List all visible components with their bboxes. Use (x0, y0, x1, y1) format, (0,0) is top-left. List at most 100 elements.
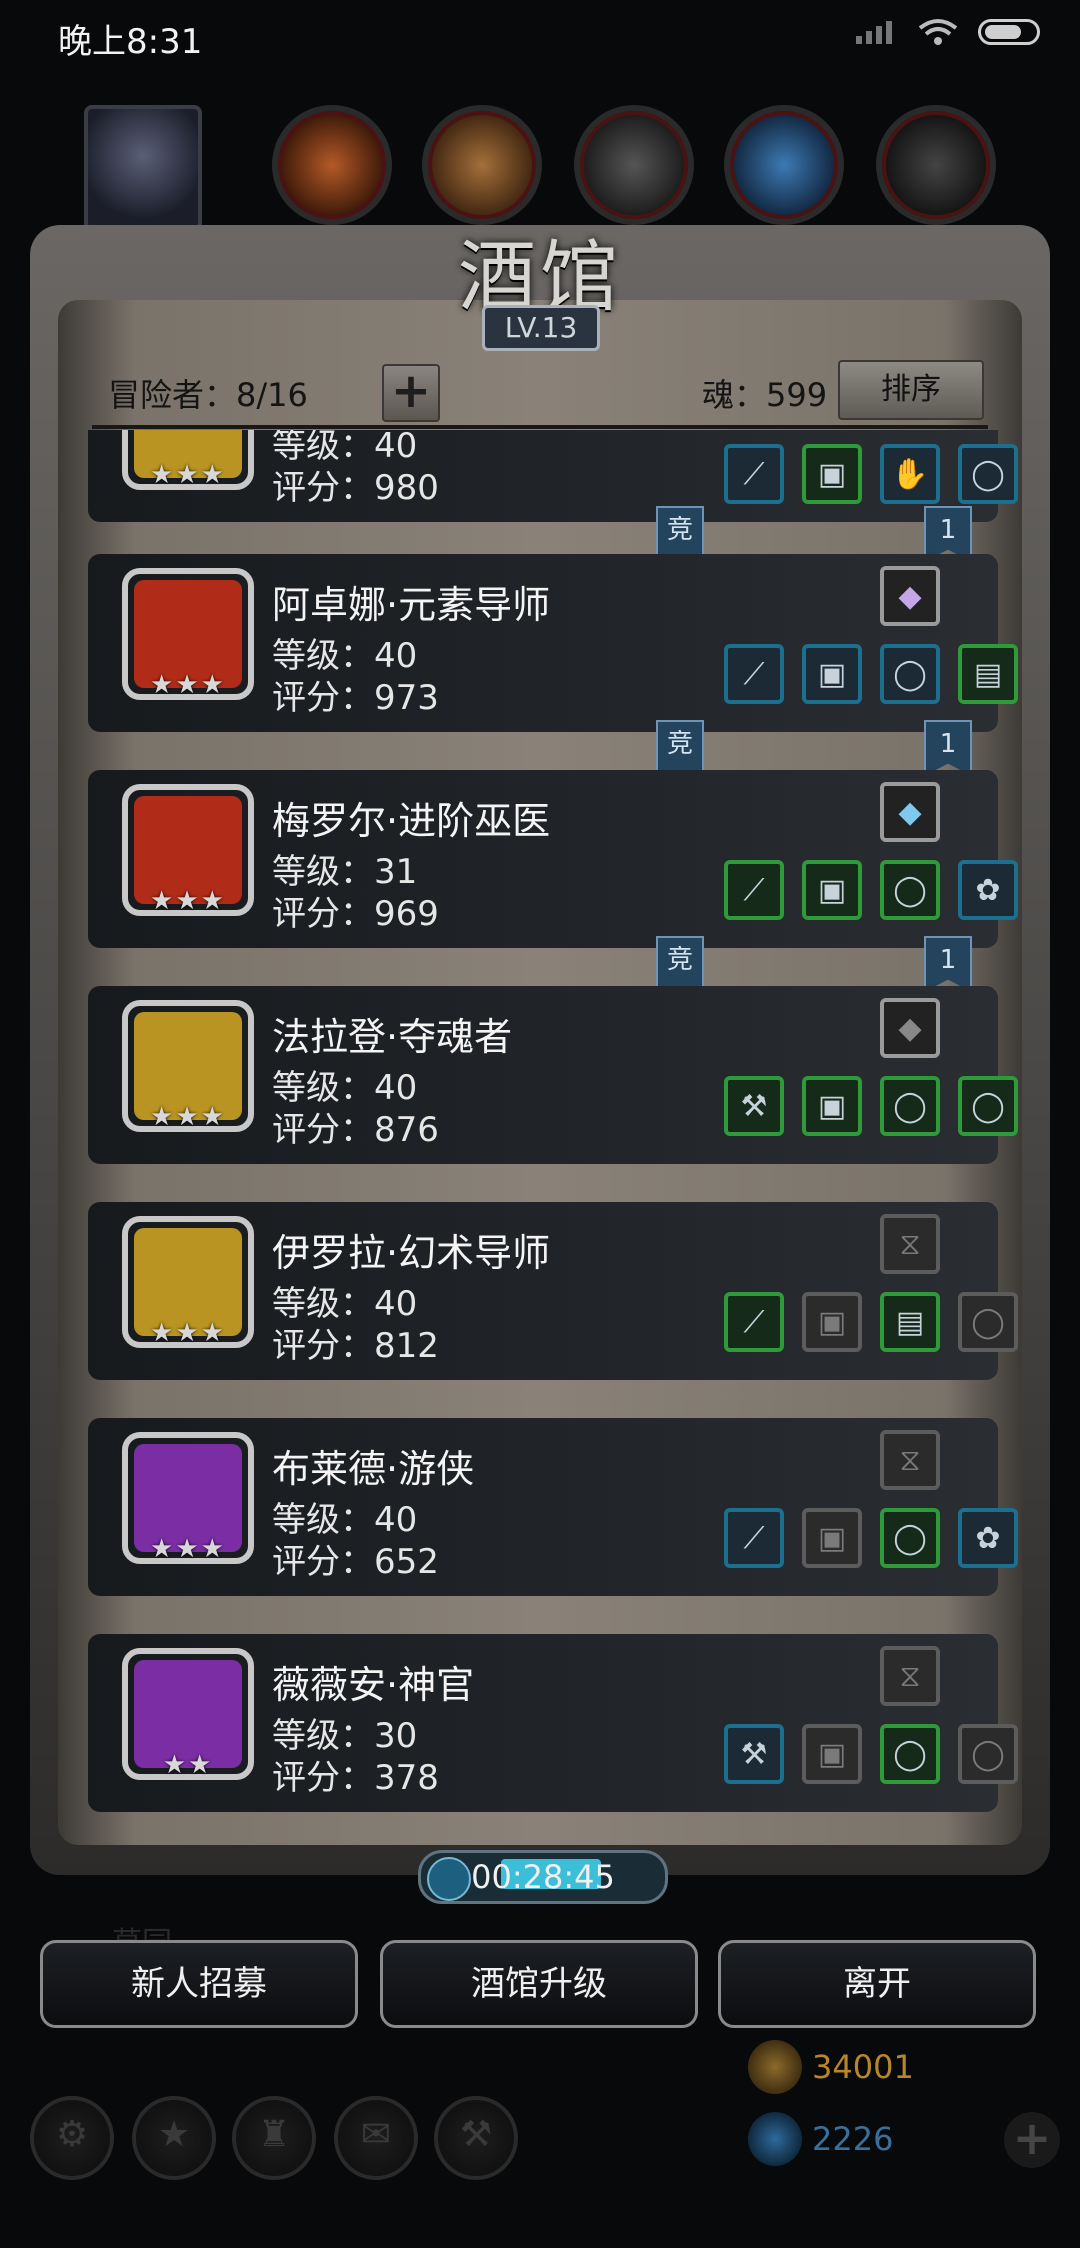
achievement-icon[interactable]: ★ (132, 2096, 216, 2180)
empty-gem-slot-icon[interactable]: ⧖ (880, 1646, 940, 1706)
hero-stars: ★★ (162, 1750, 214, 1780)
axe-slot-icon[interactable]: ⚒ (724, 1076, 784, 1136)
hero-avatar: ★★★ (122, 784, 254, 916)
recruit-button[interactable]: 新人招募 (40, 1940, 358, 2028)
weapon-slot-icon[interactable]: ⟋ (724, 444, 784, 504)
gold-amount: 34001 (812, 2048, 914, 2086)
staff-slot-icon[interactable]: ⟋ (724, 860, 784, 920)
gem-currency: 2226 (748, 2112, 1048, 2168)
ring-slot-icon[interactable]: ◯ (958, 1076, 1018, 1136)
hero-list[interactable]: ★★★ 等级：40 评分：980 ⟋ ▣ ✋ ◯ 竞 1 ★★★ 阿卓娜·元素导… (58, 430, 1022, 1825)
empty-ring-slot-icon[interactable]: ◯ (958, 1292, 1018, 1352)
hero-name: 布莱德·游侠 (272, 1447, 475, 1491)
armor-slot-icon[interactable]: ▣ (802, 860, 862, 920)
hero-avatar: ★★★ (122, 430, 254, 490)
chest-slot-icon[interactable]: ▤ (958, 644, 1018, 704)
armor-slot-icon[interactable]: ▣ (802, 644, 862, 704)
empty-gem-slot-icon[interactable]: ⧖ (880, 1430, 940, 1490)
hero-card[interactable]: ★★★ 伊罗拉·幻术导师 等级：40 评分：812 ⧖ ⟋ ▣ ▤ ◯ (88, 1202, 1018, 1380)
hero-score: 评分：652 (272, 1542, 439, 1582)
tavern-level-badge: LV.13 (482, 305, 600, 351)
ring-slot-icon[interactable]: ◯ (880, 1508, 940, 1568)
leave-button[interactable]: 离开 (718, 1940, 1036, 2028)
refresh-timer: 00:28:45 (418, 1850, 668, 1904)
settings-icon[interactable]: ⚙ (30, 2096, 114, 2180)
hero-avatar: ★★★ (122, 1216, 254, 1348)
hero-card[interactable]: ★★★ 阿卓娜·元素导师 等级：40 评分：973 ◆ ⟋ ▣ ◯ ▤ (88, 554, 1018, 732)
hero-stars: ★★★ (150, 1534, 226, 1564)
soul-count: 魂：599 (702, 376, 828, 414)
hero-card[interactable]: ★★★ 梅罗尔·进阶巫医 等级：31 评分：969 ◆ ⟋ ▣ ◯ ✿ (88, 770, 1018, 948)
player-portrait[interactable] (84, 105, 202, 231)
timer-text: 00:28:45 (471, 1858, 615, 1896)
ring-slot-icon[interactable]: ◯ (880, 1724, 940, 1784)
empty-armor-slot-icon[interactable]: ▣ (802, 1508, 862, 1568)
gold-coin-icon (748, 2040, 802, 2094)
hero-avatar: ★★ (122, 1648, 254, 1780)
hero-card[interactable]: ★★★ 法拉登·夺魂者 等级：40 评分：876 ◆ ⚒ ▣ ◯ ◯ (88, 986, 1018, 1164)
empty-armor-slot-icon[interactable]: ▣ (802, 1292, 862, 1352)
arena-tag: 竞 (656, 936, 704, 992)
forge-icon[interactable]: ⚒ (434, 2096, 518, 2180)
hero-card[interactable]: ★★★ 布莱德·游侠 等级：40 评分：652 ⧖ ⟋ ▣ ◯ ✿ (88, 1418, 1018, 1596)
gold-currency: 34001 (748, 2040, 1048, 2096)
necklace-slot-icon[interactable]: ✿ (958, 860, 1018, 920)
empty-gem-slot-icon[interactable]: ⧖ (880, 1214, 940, 1274)
hero-stars: ★★★ (150, 1102, 226, 1132)
hero-score: 评分：812 (272, 1326, 439, 1366)
rank-flag: 1 (924, 936, 972, 992)
gauntlet-slot-icon[interactable]: ✋ (880, 444, 940, 504)
hero-name: 薇薇安·神官 (272, 1663, 475, 1707)
add-currency-icon[interactable]: + (1004, 2112, 1060, 2168)
hero-stars: ★★★ (150, 670, 226, 700)
gem-icon (748, 2112, 802, 2166)
empty-ring-slot-icon[interactable]: ◯ (958, 1724, 1018, 1784)
hero-score: 评分：378 (272, 1758, 439, 1798)
status-time: 晚上8:31 (58, 22, 203, 62)
signal-icon (856, 21, 892, 44)
hero-score: 评分：876 (272, 1110, 439, 1150)
tavern-title-plaque: 酒馆 LV.13 (410, 205, 670, 355)
hero-score: 评分：980 (272, 468, 439, 508)
armor-slot-icon[interactable]: ▣ (802, 444, 862, 504)
soul-gem-slot-icon[interactable]: ◆ (880, 566, 940, 626)
ring-slot-icon[interactable]: ◯ (880, 1076, 940, 1136)
hero-card[interactable]: ★★★ 等级：40 评分：980 ⟋ ▣ ✋ ◯ (88, 430, 1018, 522)
hero-avatar: ★★★ (122, 1000, 254, 1132)
guild-icon[interactable]: ♜ (232, 2096, 316, 2180)
mail-icon[interactable]: ✉ (334, 2096, 418, 2180)
sort-button[interactable]: 排序 (838, 360, 984, 420)
gem-amount: 2226 (812, 2120, 894, 2158)
crystal-resource-icon[interactable] (724, 105, 844, 225)
hero-name: 法拉登·夺魂者 (272, 1015, 513, 1059)
hero-card[interactable]: ★★ 薇薇安·神官 等级：30 评分：378 ⧖ ⚒ ▣ ◯ ◯ (88, 1634, 1018, 1812)
crossbow-slot-icon[interactable]: ⟋ (724, 1508, 784, 1568)
soul-gem-slot-icon[interactable]: ◆ (880, 998, 940, 1058)
armor-slot-icon[interactable]: ▣ (802, 1076, 862, 1136)
hammer-slot-icon[interactable]: ⚒ (724, 1724, 784, 1784)
battery-icon (978, 19, 1040, 45)
empty-armor-slot-icon[interactable]: ▣ (802, 1724, 862, 1784)
hero-score: 评分：973 (272, 678, 439, 718)
staff-slot-icon[interactable]: ⟋ (724, 644, 784, 704)
hero-stars: ★★★ (150, 1318, 226, 1348)
upgrade-tavern-button[interactable]: 酒馆升级 (380, 1940, 698, 2028)
hero-name: 伊罗拉·幻术导师 (272, 1231, 551, 1275)
soul-gem-slot-icon[interactable]: ◆ (880, 782, 940, 842)
expand-slots-button[interactable]: + (382, 364, 440, 422)
necklace-slot-icon[interactable]: ✿ (958, 1508, 1018, 1568)
ore-resource-icon[interactable] (876, 105, 996, 225)
leather-resource-icon[interactable] (272, 105, 392, 225)
adventurer-count: 冒险者：8/16 (108, 376, 308, 414)
hero-avatar: ★★★ (122, 1432, 254, 1564)
arena-tag: 竞 (656, 720, 704, 776)
ring-slot-icon[interactable]: ◯ (880, 644, 940, 704)
wifi-icon (918, 19, 958, 45)
chest-slot-icon[interactable]: ▤ (880, 1292, 940, 1352)
header-divider (92, 425, 988, 429)
ring-slot-icon[interactable]: ◯ (880, 860, 940, 920)
hero-score: 评分：969 (272, 894, 439, 934)
rank-flag: 1 (924, 720, 972, 776)
staff-slot-icon[interactable]: ⟋ (724, 1292, 784, 1352)
ring-slot-icon[interactable]: ◯ (958, 444, 1018, 504)
